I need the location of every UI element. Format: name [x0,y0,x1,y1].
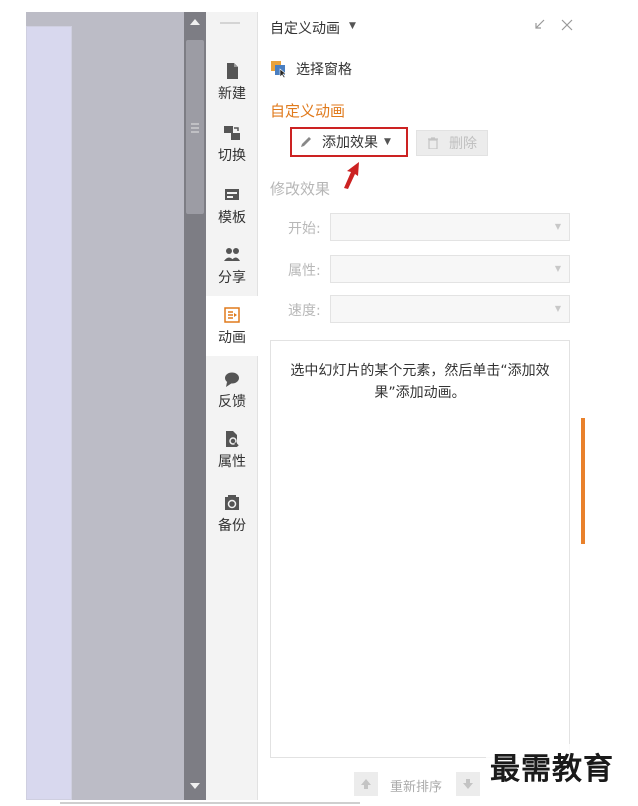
properties-icon [226,430,239,447]
rail-item-switch[interactable]: 切换 [206,114,258,174]
section-title: 自定义动画 [270,102,346,120]
empty-list-hint: 选中幻灯片的某个元素，然后单击“添加效果”添加动画。 [290,363,550,401]
property-select[interactable]: ▼ [330,255,570,283]
slide-canvas[interactable] [26,26,72,800]
grip-icon [190,120,200,136]
feedback-icon [225,372,239,387]
rail-label-switch: 切换 [218,147,246,164]
arrow-up-icon [361,779,371,789]
scroll-up-arrow-icon[interactable] [184,12,206,32]
rail-label-share: 分享 [218,269,246,286]
backup-icon [225,494,239,510]
start-label: 开始: [288,221,321,237]
panel-title[interactable]: 自定义动画 [270,18,340,38]
panel-scroll-indicator[interactable] [581,418,585,544]
delete-button[interactable]: 删除 [416,130,488,156]
reorder-label: 重新排序 [390,780,443,795]
speed-select[interactable]: ▼ [330,295,570,323]
rail-item-new[interactable]: 新建 [206,52,258,112]
start-select[interactable]: ▼ [330,213,570,241]
rail-item-feedback[interactable]: 反馈 [206,360,258,420]
rail-label-feedback: 反馈 [218,393,246,410]
reorder-up-button[interactable] [354,772,378,796]
animation-icon [224,306,240,323]
scroll-down-arrow-icon[interactable] [184,776,206,796]
close-icon[interactable] [560,18,574,32]
new-file-icon [227,62,238,79]
red-arrow-icon [344,162,359,189]
rail-item-animation[interactable]: 动画 [206,296,258,356]
speed-label: 速度: [288,303,321,319]
reorder-down-button[interactable] [456,772,480,796]
arrow-down-icon [463,779,473,789]
watermark-text: 最需教育 [486,744,618,788]
restore-icon[interactable] [532,18,546,32]
modify-effect-title: 修改效果 [270,180,331,198]
rail-label-backup: 备份 [218,517,246,534]
selection-pane-link[interactable]: 选择窗格 [296,59,352,79]
chevron-down-icon: ▼ [554,304,561,313]
chevron-down-icon[interactable]: ▼ [349,21,356,31]
add-effect-label: 添加效果 [322,135,378,151]
pencil-icon [301,137,311,147]
switch-icon [224,125,240,140]
rail-drag-handle[interactable] [220,22,240,24]
rail-item-properties[interactable]: 属性 [206,420,258,480]
add-effect-button[interactable]: 添加效果 ▼ [290,127,408,157]
selection-pane-icon [271,61,287,78]
rail-item-share[interactable]: 分享 [206,236,258,296]
rail-item-template[interactable]: 模板 [206,176,258,236]
rail-item-backup[interactable]: 备份 [206,484,258,544]
template-icon [225,188,239,200]
chevron-down-icon: ▼ [554,222,561,231]
divider [60,802,360,804]
rail-label-properties: 属性 [218,453,246,470]
rail-label-template: 模板 [218,209,246,226]
share-icon [224,247,240,261]
chevron-down-icon: ▼ [384,137,391,147]
trash-icon [428,137,438,149]
rail-label-new: 新建 [218,85,246,102]
delete-label: 删除 [449,136,477,152]
rail-label-animation: 动画 [218,329,246,346]
property-label: 属性: [288,263,321,279]
chevron-down-icon: ▼ [554,264,561,273]
